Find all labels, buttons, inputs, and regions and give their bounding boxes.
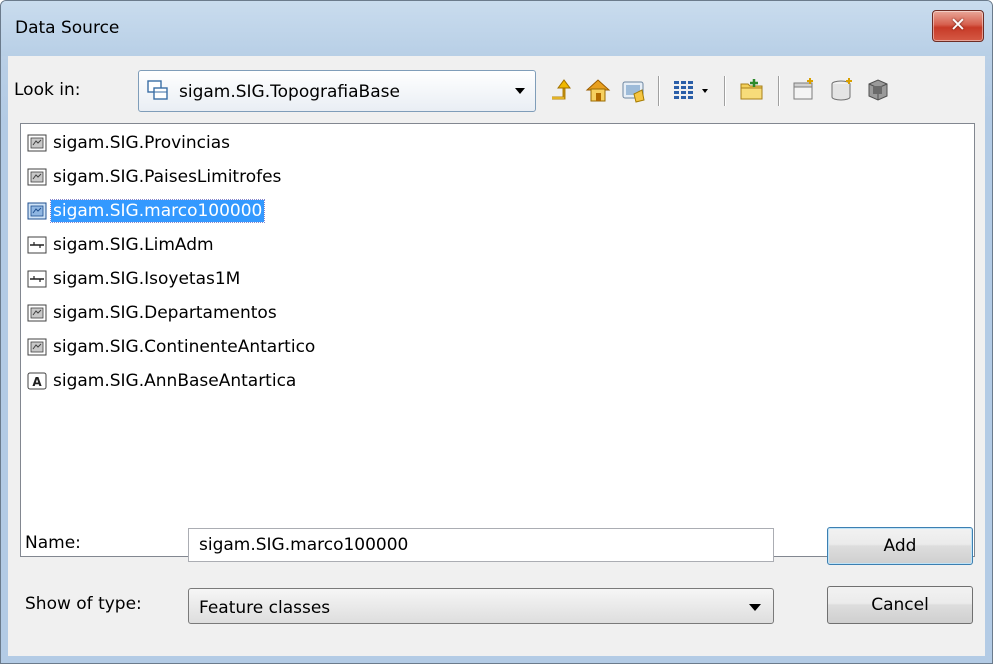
list-item[interactable]: sigam.SIG.PaisesLimitrofes	[27, 164, 283, 190]
polygon-feature-class-icon	[27, 338, 47, 356]
new-database-icon[interactable]	[790, 76, 818, 104]
list-item-label: sigam.SIG.marco100000	[49, 199, 266, 223]
list-item[interactable]: A sigam.SIG.AnnBaseAntartica	[27, 368, 298, 394]
line-feature-class-icon	[27, 236, 47, 254]
list-item[interactable]: sigam.SIG.ContinenteAntartico	[27, 334, 317, 360]
view-menu-icon[interactable]	[672, 76, 712, 104]
dialog-body: Look in: sigam.SIG.TopografiaBase sigam.…	[8, 56, 985, 656]
look-in-dropdown[interactable]: sigam.SIG.TopografiaBase	[138, 70, 536, 112]
feature-class-list[interactable]: sigam.SIG.Provincias sigam.SIG.PaisesLim…	[20, 123, 975, 557]
list-item-label: sigam.SIG.Provincias	[53, 133, 231, 153]
toolbar-separator	[658, 76, 659, 106]
list-item-label: sigam.SIG.Departamentos	[53, 303, 277, 323]
show-of-type-dropdown[interactable]: Feature classes	[188, 588, 774, 624]
dialog-title: Data Source	[15, 18, 120, 38]
name-input[interactable]	[188, 528, 774, 562]
polygon-feature-class-icon	[27, 202, 47, 220]
new-feature-dataset-icon[interactable]	[828, 76, 856, 104]
annotation-class-icon: A	[27, 372, 47, 390]
show-of-type-label: Show of type:	[25, 594, 142, 614]
look-in-label: Look in:	[14, 80, 81, 100]
polygon-feature-class-icon	[27, 134, 47, 152]
up-one-level-icon[interactable]	[548, 76, 576, 104]
polygon-feature-class-icon	[27, 304, 47, 322]
feature-dataset-icon	[147, 80, 168, 100]
add-button[interactable]: Add	[827, 527, 973, 565]
list-item-label: sigam.SIG.LimAdm	[53, 235, 214, 255]
show-of-type-value: Feature classes	[199, 598, 331, 618]
svg-text:A: A	[32, 375, 42, 389]
title-bar[interactable]: Data Source ✕	[1, 1, 992, 56]
cancel-button[interactable]: Cancel	[827, 586, 973, 624]
data-source-dialog: Data Source ✕ Look in: sigam.SIG.Topogra…	[0, 0, 993, 664]
list-item-selected[interactable]: sigam.SIG.marco100000	[27, 198, 266, 224]
list-item-label: sigam.SIG.AnnBaseAntartica	[53, 371, 297, 391]
list-item[interactable]: sigam.SIG.Provincias	[27, 130, 232, 156]
home-icon[interactable]	[584, 76, 612, 104]
list-item[interactable]: sigam.SIG.Isoyetas1M	[27, 266, 242, 292]
chevron-down-icon[interactable]	[749, 604, 761, 611]
polygon-feature-class-icon	[27, 168, 47, 186]
catalog-icon[interactable]	[864, 76, 892, 104]
close-icon: ✕	[950, 14, 966, 36]
close-button[interactable]: ✕	[932, 10, 984, 42]
list-item-label: sigam.SIG.ContinenteAntartico	[53, 337, 316, 357]
line-feature-class-icon	[27, 270, 47, 288]
new-folder-icon[interactable]	[738, 76, 766, 104]
toolbar-separator	[724, 76, 725, 106]
chevron-down-icon[interactable]	[515, 88, 525, 94]
connect-folder-icon[interactable]	[620, 76, 648, 104]
list-item-label: sigam.SIG.PaisesLimitrofes	[53, 167, 282, 187]
list-item-label: sigam.SIG.Isoyetas1M	[53, 269, 241, 289]
toolbar-separator	[778, 76, 779, 106]
name-label: Name:	[25, 533, 81, 553]
list-item[interactable]: sigam.SIG.LimAdm	[27, 232, 216, 258]
look-in-value: sigam.SIG.TopografiaBase	[179, 82, 400, 102]
list-item[interactable]: sigam.SIG.Departamentos	[27, 300, 279, 326]
